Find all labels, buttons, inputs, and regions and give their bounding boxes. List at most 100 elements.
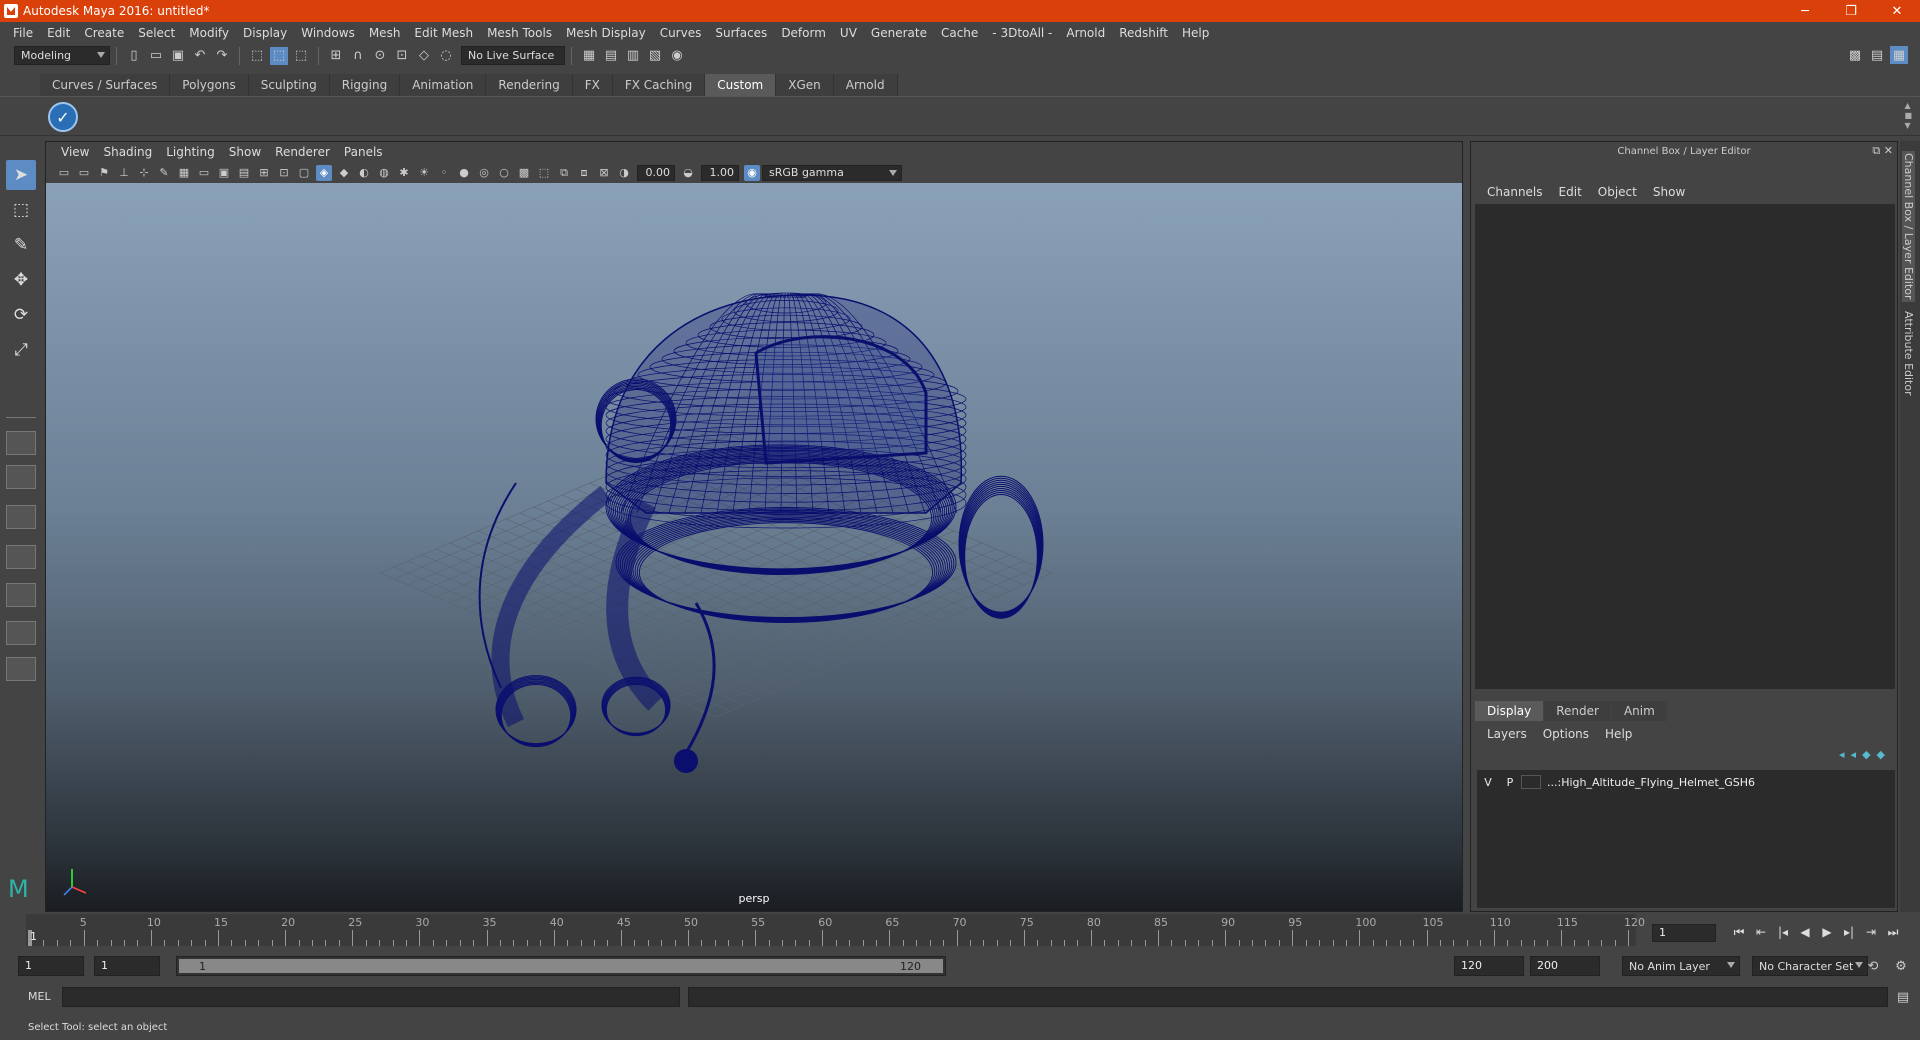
playback-start-field[interactable]: 1 <box>94 956 160 976</box>
anti-alias-icon[interactable]: ○ <box>496 165 512 181</box>
move-layer-up-icon[interactable]: ◂ <box>1839 748 1845 761</box>
gamma-field[interactable]: 1.00 <box>701 164 739 181</box>
layer-menu-options[interactable]: Options <box>1535 727 1597 741</box>
menu-generate[interactable]: Generate <box>864 26 934 40</box>
four-view-layout-icon[interactable] <box>6 465 36 489</box>
snap-surface-icon[interactable]: ◇ <box>415 47 433 65</box>
range-slider-handle[interactable]: 1 120 <box>179 959 943 973</box>
single-perspective-layout-icon[interactable] <box>6 431 36 455</box>
depth-of-field-icon[interactable]: ▩ <box>516 165 532 181</box>
wireframe-icon[interactable]: ◈ <box>316 164 332 181</box>
menu-display[interactable]: Display <box>236 26 294 40</box>
layer-menu-help[interactable]: Help <box>1597 727 1640 741</box>
grease-pencil-icon[interactable]: ✎ <box>156 165 172 181</box>
colorspace-dropdown[interactable]: sRGB gamma <box>762 164 902 181</box>
close-button[interactable]: ✕ <box>1874 0 1920 22</box>
go-to-start-icon[interactable]: ⏮ <box>1728 922 1750 942</box>
script-editor-icon[interactable]: ▤ <box>1894 988 1912 1006</box>
select-tool-icon[interactable]: ➤ <box>6 160 36 190</box>
play-forwards-icon[interactable]: ▶ <box>1816 922 1838 942</box>
menu-deform[interactable]: Deform <box>774 26 833 40</box>
select-hierarchy-icon[interactable]: ⬚ <box>248 47 266 65</box>
safe-title-icon[interactable]: ▢ <box>296 165 312 181</box>
shelf-tab-sculpting[interactable]: Sculpting <box>248 74 330 96</box>
camera-attributes-icon[interactable]: ▭ <box>76 165 92 181</box>
persp-outliner-layout-icon[interactable] <box>6 545 36 569</box>
snap-grid-icon[interactable]: ⊞ <box>327 47 345 65</box>
time-slider[interactable]: 1 5 10 15 20 25 30 35 40 45 50 55 60 65 70 75 80 85 90 95 1… <box>26 914 1645 946</box>
lasso-tool-icon[interactable]: ⬚ <box>6 195 36 225</box>
new-layer-selected-icon[interactable]: ◆ <box>1877 748 1885 761</box>
shadows-icon[interactable]: ◦ <box>436 165 452 181</box>
gate-mask-icon[interactable]: ▤ <box>236 165 252 181</box>
outliner-graph-layout-icon[interactable] <box>6 621 36 645</box>
script-language-label[interactable]: MEL <box>28 990 51 1003</box>
channel-box-toggle-icon[interactable]: ▦ <box>1890 46 1908 64</box>
shelf-tab-curves-surfaces[interactable]: Curves / Surfaces <box>40 74 171 96</box>
attribute-editor-toggle-icon[interactable]: ▤ <box>1868 46 1886 64</box>
menu-cache[interactable]: Cache <box>934 26 985 40</box>
render-settings-icon[interactable]: ▧ <box>646 47 664 65</box>
layer-menu-layers[interactable]: Layers <box>1479 727 1535 741</box>
snap-live-icon[interactable]: ◌ <box>437 47 455 65</box>
redo-icon[interactable]: ↷ <box>213 47 231 65</box>
snap-curve-icon[interactable]: ∩ <box>349 47 367 65</box>
render-frame-icon[interactable]: ▤ <box>602 47 620 65</box>
snap-point-icon[interactable]: ⊙ <box>371 47 389 65</box>
viewport-menu-panels[interactable]: Panels <box>337 145 390 159</box>
menu-modify[interactable]: Modify <box>182 26 236 40</box>
attribute-editor-side-tab[interactable]: Attribute Editor <box>1902 311 1915 396</box>
color-management-icon[interactable]: ◉ <box>744 164 760 181</box>
rotate-tool-icon[interactable]: ⟳ <box>6 300 36 330</box>
character-set-dropdown[interactable]: No Character Set <box>1752 956 1868 976</box>
smooth-shade-icon[interactable]: ◆ <box>336 165 352 181</box>
snap-view-icon[interactable]: ⊡ <box>393 47 411 65</box>
menu-set-dropdown[interactable]: Modeling <box>14 46 110 65</box>
shelf-tab-fx-caching[interactable]: FX Caching <box>612 74 706 96</box>
layer-row[interactable]: V P ...:High_Altitude_Flying_Helmet_GSH6 <box>1477 774 1895 790</box>
select-component-icon[interactable]: ⬚ <box>292 47 310 65</box>
viewport-menu-show[interactable]: Show <box>222 145 268 159</box>
custom-layout-icon[interactable] <box>6 657 36 681</box>
shelf-tab-animation[interactable]: Animation <box>400 74 487 96</box>
bookmark-icon[interactable]: ⚑ <box>96 165 112 181</box>
menu-curves[interactable]: Curves <box>653 26 709 40</box>
safe-action-icon[interactable]: ⊡ <box>276 165 292 181</box>
custom-checkmark-shelf-icon[interactable]: ✓ <box>48 102 78 132</box>
channel-box-area[interactable] <box>1475 204 1895 689</box>
shelf-tab-fx[interactable]: FX <box>572 74 613 96</box>
render-view-icon[interactable]: ▦ <box>580 47 598 65</box>
anim-layer-dropdown[interactable]: No Anim Layer <box>1622 956 1740 976</box>
isolate-select-icon[interactable]: ⬚ <box>536 165 552 181</box>
resolution-gate-icon[interactable]: ▣ <box>216 165 232 181</box>
channel-box-side-tab[interactable]: Channel Box / Layer Editor <box>1902 151 1915 302</box>
shelf-tab-polygons[interactable]: Polygons <box>170 74 249 96</box>
paint-select-tool-icon[interactable]: ✎ <box>6 230 36 260</box>
new-layer-icon[interactable]: ◆ <box>1862 748 1870 761</box>
channel-menu-object[interactable]: Object <box>1590 185 1645 199</box>
live-surface-field[interactable]: No Live Surface <box>461 46 565 65</box>
viewport-menu-renderer[interactable]: Renderer <box>268 145 337 159</box>
shelf-scroll-icon[interactable]: ▲ ■ ▼ <box>1904 101 1912 131</box>
select-camera-icon[interactable]: ▭ <box>56 165 72 181</box>
restore-button[interactable]: ❐ <box>1828 0 1874 22</box>
viewport-menu-shading[interactable]: Shading <box>96 145 159 159</box>
layer-color-swatch[interactable] <box>1521 775 1541 789</box>
scale-tool-icon[interactable]: ⤢ <box>6 335 36 365</box>
film-gate-icon[interactable]: ▭ <box>196 165 212 181</box>
new-scene-icon[interactable]: ▯ <box>125 47 143 65</box>
image-plane-icon[interactable]: ⊥ <box>116 165 132 181</box>
layer-visibility-toggle[interactable]: V <box>1477 776 1499 789</box>
menu-select[interactable]: Select <box>131 26 182 40</box>
exposure-field[interactable]: 0.00 <box>637 164 675 181</box>
move-layer-down-icon[interactable]: ◂ <box>1851 748 1857 761</box>
undo-icon[interactable]: ↶ <box>191 47 209 65</box>
textured-icon[interactable]: ◍ <box>376 165 392 181</box>
shelf-tab-rendering[interactable]: Rendering <box>486 74 573 96</box>
xray-active-icon[interactable]: ⧈ <box>576 165 592 181</box>
menu-file[interactable]: File <box>6 26 40 40</box>
move-tool-icon[interactable]: ✥ <box>6 265 36 295</box>
step-back-frame-icon[interactable]: ⇤ <box>1750 922 1772 942</box>
default-material-icon[interactable]: ◐ <box>356 165 372 181</box>
lights-icon[interactable]: ☀ <box>416 165 432 181</box>
